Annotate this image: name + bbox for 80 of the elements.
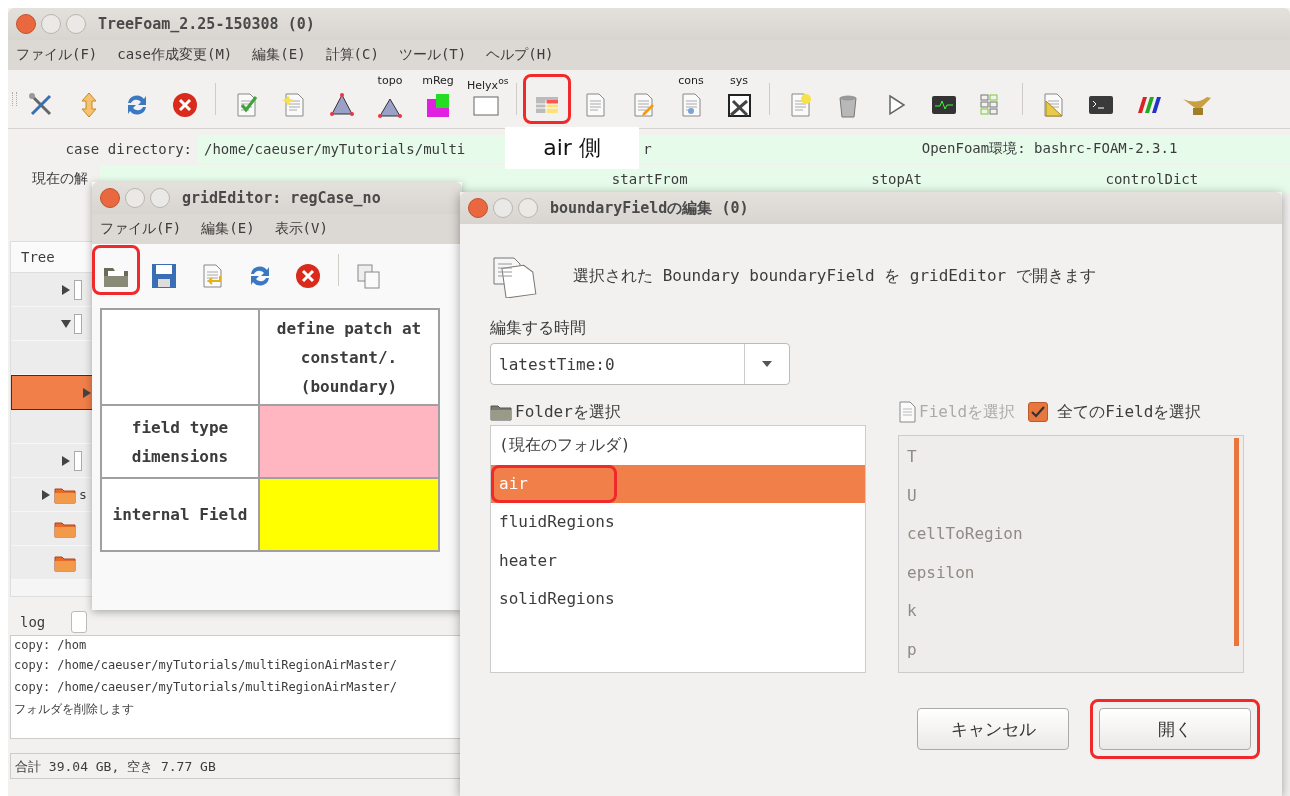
dialog-message: 選択された Boundary boundaryField を gridEditor で開きます [573, 265, 1096, 287]
minimize-button[interactable] [493, 198, 513, 218]
log-line: copy: /home/caeuser/myTutorials/multiRegionAirMaster/ [14, 657, 398, 674]
close-button[interactable] [468, 198, 488, 218]
log-line: フォルダを削除します [14, 701, 135, 718]
checkbox-label: 全てのFieldを選択 [1057, 401, 1202, 423]
toolbar-grip[interactable] [12, 92, 17, 106]
menu-item[interactable]: 表示(V) [274, 220, 328, 238]
tree-label: s [79, 487, 87, 502]
collapsed-arrow-icon[interactable] [61, 455, 71, 466]
folder-list-item[interactable]: solidRegions [491, 580, 865, 619]
folder-icon [54, 519, 76, 538]
collapsed-arrow-icon[interactable] [61, 284, 71, 295]
close-button[interactable] [100, 188, 120, 208]
log-line: copy: /home/caeuser/myTutorials/multiRegionAirMaster/ [14, 679, 398, 696]
close-button[interactable] [16, 14, 36, 34]
maximize-button[interactable] [518, 198, 538, 218]
field-list-item: k [907, 600, 918, 622]
column-header: startFrom [611, 171, 688, 187]
menu-item[interactable]: case作成変更(M) [117, 46, 233, 64]
field-label: Fieldを選択 [919, 401, 1016, 423]
check-icon [1031, 406, 1046, 418]
environment-text: OpenFoam環境: bashrc-FOAM-2.3.1 [921, 140, 1178, 158]
dropdown-arrow-icon [761, 360, 773, 368]
collapsed-arrow-icon[interactable] [82, 387, 92, 398]
time-dropdown[interactable]: latestTime:0 [490, 343, 790, 385]
menu-item[interactable]: ファイル(F) [16, 46, 98, 64]
field-label: 現在の解 [31, 170, 89, 188]
folder-list-item[interactable]: fluidRegions [491, 503, 865, 542]
dialog-button[interactable]: 開く [1099, 708, 1251, 750]
expanded-arrow-icon[interactable] [61, 318, 71, 329]
save-icon [150, 262, 178, 290]
log-line: copy: /hom [14, 638, 88, 654]
close-icon [294, 262, 322, 290]
menu-item[interactable]: ツール(T) [398, 46, 467, 64]
select-all-checkbox[interactable] [1028, 402, 1049, 422]
checkbox[interactable] [74, 450, 82, 471]
field-list-item: T [907, 446, 918, 468]
case-directory-text: /home/caeuser/myTutorials/multi [204, 141, 466, 157]
triangle-icon [328, 91, 356, 119]
column-header: controlDict [1105, 171, 1199, 187]
color-blocks-icon [424, 91, 452, 119]
field-list-item: p [907, 638, 918, 661]
minimize-button[interactable] [41, 14, 61, 34]
field-label: 編集する時間 [490, 318, 587, 339]
window-title: gridEditor: regCase_no [182, 189, 381, 207]
log-label: log [20, 614, 46, 630]
field-label: case directory: [64, 141, 193, 157]
field-list-item: cellToRegion [907, 523, 1024, 545]
annotation-label: air 側 [505, 127, 639, 169]
panel-handle[interactable] [71, 611, 88, 633]
close-icon [171, 91, 199, 119]
menu-item[interactable]: 編集(E) [201, 220, 255, 238]
folder-list-item[interactable]: heater [491, 541, 865, 580]
menu-item[interactable]: 計算(C) [325, 46, 379, 64]
maximize-button[interactable] [66, 14, 86, 34]
toolbar-button[interactable]: cons [672, 79, 710, 119]
minimize-button[interactable] [125, 188, 145, 208]
toolbar-button[interactable]: sys [720, 79, 758, 119]
folder-list-item[interactable]: (現在のフォルダ) [491, 426, 865, 465]
field-label: Folderを選択 [515, 401, 621, 423]
column-header: stopAt [871, 171, 922, 187]
menu-item[interactable]: ファイル(F) [100, 220, 182, 238]
case-directory-text: r [643, 141, 652, 157]
maximize-button[interactable] [150, 188, 170, 208]
window-title: boundaryFieldの編集 (0) [550, 198, 749, 218]
copy-icon [355, 262, 383, 290]
dialog-button[interactable]: キャンセル [917, 708, 1069, 750]
folder-icon [54, 485, 76, 504]
checkbox[interactable] [74, 313, 82, 334]
document-icon [898, 401, 916, 423]
folder-icon [490, 403, 512, 421]
menu-item[interactable]: ヘルプ(H) [486, 46, 554, 64]
field-list-item: U [907, 484, 918, 507]
collapsed-arrow-icon[interactable] [41, 489, 51, 500]
field-list-item: epsilon [907, 561, 976, 584]
window-title: TreeFoam_2.25-150308 (0) [98, 15, 315, 33]
menu-item[interactable]: 編集(E) [252, 46, 306, 64]
checkbox[interactable] [74, 279, 82, 300]
folder-icon [54, 553, 76, 572]
